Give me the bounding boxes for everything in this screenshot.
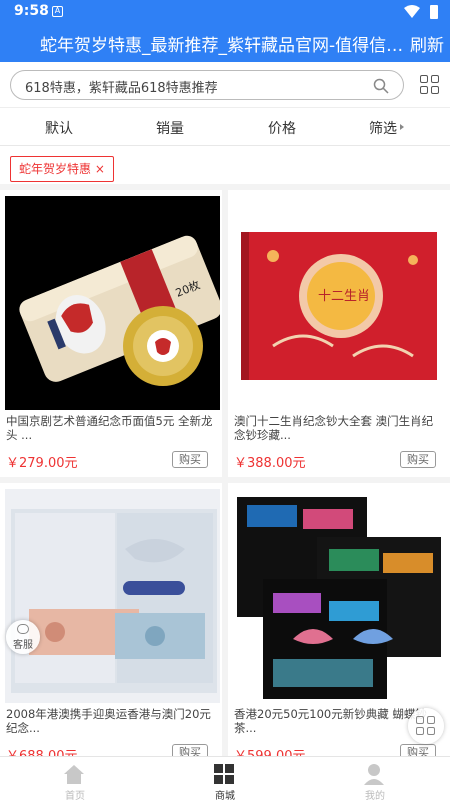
product-image[interactable]: 十二生肖 (233, 196, 448, 410)
tab-store-label: 商城 (215, 791, 235, 802)
bottom-tab-bar: 首页 商城 我的 (0, 756, 450, 802)
sort-bar: 默认 销量 价格 筛选 (0, 108, 450, 146)
wifi-icon (404, 5, 420, 18)
search-input-value: 618特惠，紫轩藏品618特惠推荐 (25, 81, 218, 96)
notification-icon: A (52, 6, 63, 17)
sort-price[interactable]: 价格 (268, 118, 296, 138)
app-bar: 蛇年贺岁特惠_最新推荐_紫轩藏品官网-值得信赖的... 刷新 (0, 24, 450, 62)
customer-service-label: 客服 (13, 640, 33, 651)
floating-grid-button[interactable] (408, 708, 444, 744)
product-image[interactable]: 20枚 (5, 196, 220, 410)
filter-row: 蛇年贺岁特惠 × (0, 146, 450, 190)
category-grid-button[interactable] (420, 75, 440, 95)
filter-arrow-icon (400, 124, 404, 130)
refresh-button[interactable]: 刷新 (410, 31, 444, 56)
tab-home-label: 首页 (65, 791, 85, 802)
grid-icon (416, 716, 424, 724)
product-card[interactable]: 20枚 中国京剧艺术普通纪念币面值5元 全新龙头 ... ￥279.00元 购买 (0, 190, 222, 477)
page-title: 蛇年贺岁特惠_最新推荐_紫轩藏品官网-值得信赖的... (40, 36, 405, 56)
filter-chip[interactable]: 蛇年贺岁特惠 × (10, 156, 114, 182)
buy-button[interactable]: 购买 (172, 451, 208, 468)
search-icon[interactable] (373, 78, 389, 94)
product-name: 2008年港澳携手迎奥运香港与澳门20元纪念... (6, 707, 211, 735)
customer-service-button[interactable]: 客服 (6, 620, 40, 654)
status-time: 9:58 (14, 3, 49, 19)
grid-icon (420, 75, 428, 83)
tab-profile[interactable]: 我的 (300, 757, 450, 802)
product-grid: 20枚 中国京剧艺术普通纪念币面值5元 全新龙头 ... ￥279.00元 购买… (0, 190, 450, 770)
status-bar: 9:58 A (0, 0, 450, 24)
product-price: ￥279.00元 (6, 456, 78, 471)
tab-store[interactable]: 商城 (150, 757, 300, 802)
battery-icon (430, 5, 438, 19)
sort-default[interactable]: 默认 (45, 118, 73, 138)
sort-sales[interactable]: 销量 (156, 118, 184, 138)
product-image[interactable] (5, 489, 220, 703)
product-image[interactable] (233, 489, 448, 703)
svg-text:十二生肖: 十二生肖 (318, 289, 370, 304)
home-icon (64, 765, 84, 784)
search-row: 618特惠，紫轩藏品618特惠推荐 (0, 62, 450, 108)
sort-filter[interactable]: 筛选 (369, 118, 397, 138)
tab-home[interactable]: 首页 (0, 757, 150, 802)
store-icon (214, 764, 234, 784)
chat-icon (17, 624, 29, 634)
product-card[interactable]: 十二生肖 澳门十二生肖纪念钞大全套 澳门生肖纪念钞珍藏... ￥388.00元 … (228, 190, 450, 477)
tab-profile-label: 我的 (365, 791, 385, 802)
buy-button[interactable]: 购买 (400, 451, 436, 468)
product-name: 中国京剧艺术普通纪念币面值5元 全新龙头 ... (6, 414, 213, 442)
product-price: ￥388.00元 (234, 456, 306, 471)
search-input[interactable]: 618特惠，紫轩藏品618特惠推荐 (10, 70, 404, 100)
profile-icon (364, 764, 384, 785)
product-name: 澳门十二生肖纪念钞大全套 澳门生肖纪念钞珍藏... (234, 414, 434, 442)
